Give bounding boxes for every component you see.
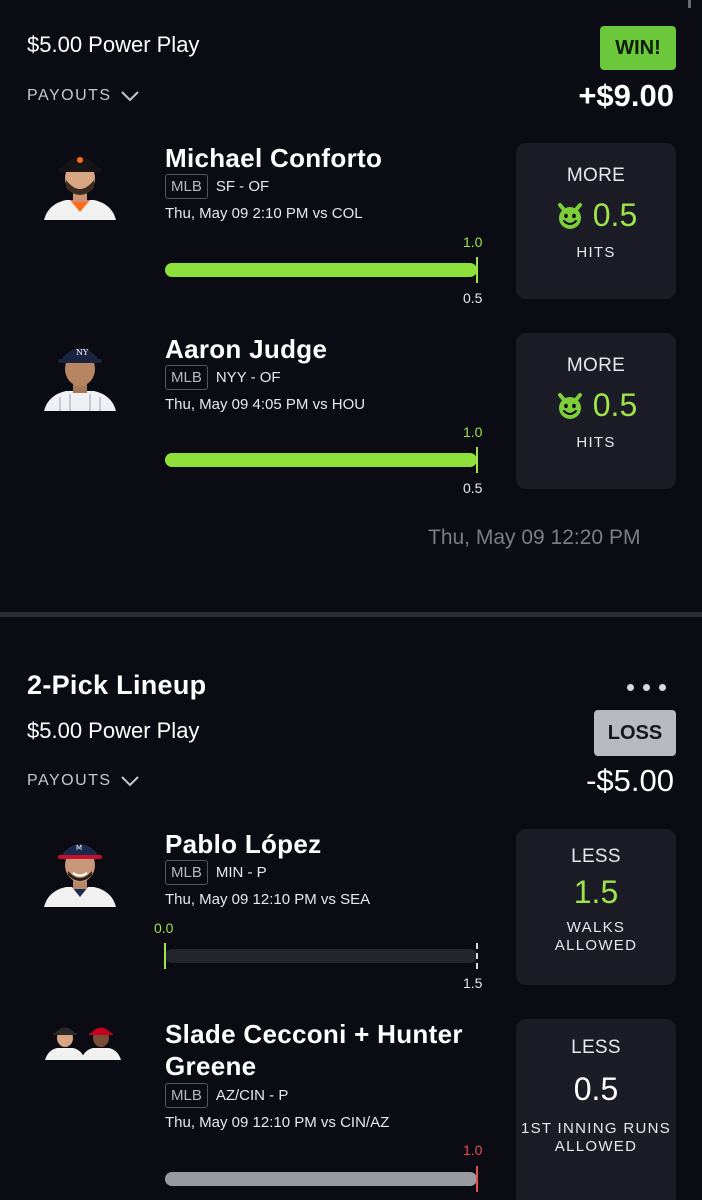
progress-fill <box>165 453 477 467</box>
entry2-play-type: $5.00 Power Play <box>27 718 200 743</box>
entry1-play-type: $5.00 Power Play <box>27 32 200 57</box>
progress-fill <box>165 1172 477 1186</box>
line-marker <box>476 447 478 473</box>
loss-badge: LOSS <box>594 710 676 756</box>
line-marker <box>476 257 478 283</box>
pick-stat-line1: 1ST INNING RUNS <box>520 1120 672 1137</box>
actual-value: 1.0 <box>463 424 483 440</box>
player-name-line1[interactable]: Slade Cecconi + Hunter <box>165 1018 463 1050</box>
game-info: Thu, May 09 12:10 PM vs CIN/AZ <box>165 1114 390 1131</box>
league-tag: MLB <box>165 365 208 390</box>
entry1-payouts-toggle[interactable]: PAYOUTS <box>27 87 140 105</box>
pick-direction: MORE <box>566 165 626 186</box>
pick-stat-line1: WALKS <box>566 919 626 936</box>
league-tag: MLB <box>165 174 208 199</box>
actual-value: 1.0 <box>463 1142 483 1158</box>
team-position: NYY - OF <box>215 369 281 386</box>
progress-fill <box>165 263 477 277</box>
chevron-down-icon <box>120 91 139 102</box>
league-tag: MLB <box>165 1083 208 1108</box>
player-avatar: M <box>40 833 120 907</box>
pick-card[interactable]: LESS 0.5 1ST INNING RUNS ALLOWED <box>516 1019 676 1200</box>
entry2-payouts-toggle[interactable]: PAYOUTS <box>27 772 140 790</box>
svg-text:NY: NY <box>76 348 89 357</box>
status-mark <box>688 0 691 8</box>
player-avatar: NY <box>40 337 120 411</box>
actual-value: 1.0 <box>463 234 483 250</box>
team-position: SF - OF <box>215 178 270 195</box>
progress-bar <box>165 1172 477 1186</box>
payouts-label: PAYOUTS <box>27 772 112 789</box>
pick-stat-line2: ALLOWED <box>554 937 638 954</box>
team-position: MIN - P <box>215 864 267 881</box>
pick-direction: LESS <box>571 846 621 867</box>
entry2-result-amount: -$5.00 <box>586 763 674 798</box>
entry1-result-amount: +$9.00 <box>578 78 674 113</box>
pick-direction: LESS <box>571 1037 621 1058</box>
pick-card[interactable]: MORE 0.5 HITS <box>516 143 676 299</box>
line-marker <box>476 943 478 969</box>
entry-divider <box>0 612 702 617</box>
pick-stat-line2: ALLOWED <box>554 1138 638 1155</box>
devil-face-icon <box>557 202 582 229</box>
player-name[interactable]: Aaron Judge <box>165 333 327 365</box>
progress-bar <box>165 263 477 277</box>
win-badge: WIN! <box>600 26 676 70</box>
pick-card[interactable]: LESS 1.5 WALKS ALLOWED <box>516 829 676 985</box>
line-tick: 1.5 <box>463 975 483 991</box>
pick-card[interactable]: MORE 0.5 HITS <box>516 333 676 489</box>
player-name-line2[interactable]: Greene <box>165 1050 256 1082</box>
team-position: AZ/CIN - P <box>215 1087 289 1104</box>
line-tick: 0.5 <box>463 480 483 496</box>
actual-value: 0.0 <box>154 920 174 936</box>
game-info: Thu, May 09 2:10 PM vs COL <box>165 205 363 222</box>
league-tag: MLB <box>165 860 208 885</box>
chevron-down-icon <box>120 776 139 787</box>
devil-face-icon <box>557 392 582 419</box>
pick-line: 0.5 <box>592 387 638 423</box>
pick-line: 0.5 <box>573 1071 619 1107</box>
more-dots-icon[interactable] <box>627 684 666 691</box>
pick-line: 1.5 <box>573 874 619 910</box>
game-info: Thu, May 09 12:10 PM vs SEA <box>165 891 371 908</box>
pick-stat: HITS <box>576 434 616 451</box>
actual-marker <box>476 1166 478 1192</box>
progress-bar <box>165 949 477 963</box>
combo-avatar <box>45 1022 121 1060</box>
actual-marker <box>164 943 166 969</box>
player-avatar <box>40 146 120 220</box>
progress-bar <box>165 453 477 467</box>
pick-direction: MORE <box>566 355 626 376</box>
line-tick: 0.5 <box>463 290 483 306</box>
lineup-title: 2-Pick Lineup <box>27 670 207 700</box>
entry-timestamp: Thu, May 09 12:20 PM <box>428 526 641 549</box>
pick-stat: HITS <box>576 244 616 261</box>
svg-text:M: M <box>76 844 82 852</box>
pick-line: 0.5 <box>592 197 638 233</box>
player-name[interactable]: Pablo López <box>165 828 321 860</box>
payouts-label: PAYOUTS <box>27 87 112 104</box>
player-name[interactable]: Michael Conforto <box>165 142 382 174</box>
game-info: Thu, May 09 4:05 PM vs HOU <box>165 396 366 413</box>
